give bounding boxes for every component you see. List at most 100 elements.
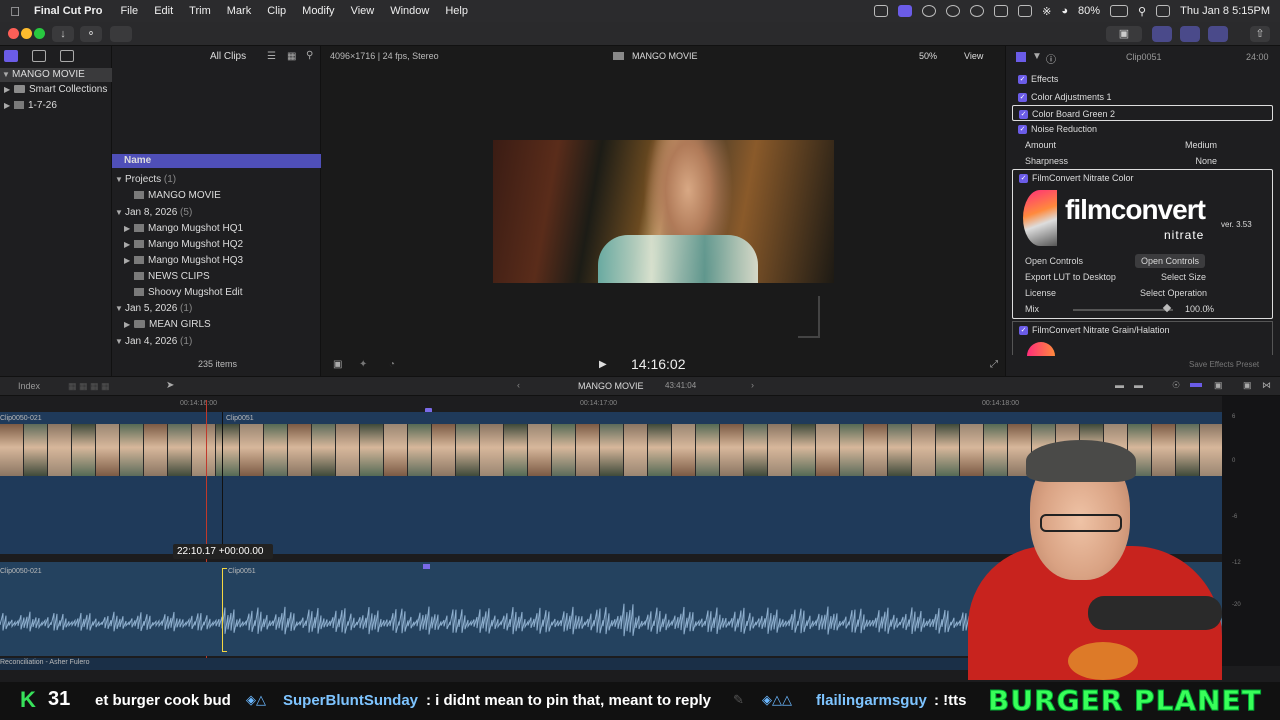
zoom-in-icon[interactable]: ▬ [1134,380,1143,390]
select-tool-icon[interactable]: ➤ [166,380,174,391]
list-item[interactable]: Shoovy Mugshot Edit [134,287,243,298]
clock[interactable]: Thu Jan 8 5:15PM [1180,5,1270,17]
menu-modify[interactable]: Modify [294,5,342,17]
audio-marker-icon[interactable] [423,564,430,569]
view-menu[interactable]: View [964,51,983,61]
wifi-icon[interactable]: ◕ [1061,5,1068,17]
library-row[interactable]: ▼ MANGO MOVIE [0,68,112,82]
list-item[interactable]: NEWS CLIPS [134,271,210,282]
menu-mark[interactable]: Mark [219,5,259,17]
menu-edit[interactable]: Edit [146,5,181,17]
group-jan-4[interactable]: ▼ Jan 4, 2026 (1) [115,336,192,347]
list-item[interactable]: ▶ Mango Mugshot HQ3 [124,255,243,266]
fullscreen-icon[interactable]: ⤢ [990,359,998,370]
battery-icon[interactable] [1110,5,1129,17]
status-icon-4[interactable] [946,5,961,17]
bluetooth-icon[interactable]: ※ [1042,5,1051,18]
menu-clip[interactable]: Clip [259,5,294,17]
display-icon[interactable] [1018,5,1033,17]
apple-icon[interactable]:  [0,4,30,19]
play-button[interactable]: ▶ [599,359,607,370]
effect-filmconvert[interactable]: ✓ FilmConvert Nitrate Color [1013,170,1274,186]
status-icon-1[interactable] [874,5,889,17]
effect-color-adjustments[interactable]: ✓ Color Adjustments 1 [1012,89,1273,105]
share-icon[interactable]: ⇧ [1250,26,1270,42]
color-inspector-icon[interactable]: ▼ [1032,51,1042,62]
clip-filter[interactable]: All Clips [210,51,246,62]
keyword-icon[interactable]: ⚬ [80,26,102,42]
libraries-icon[interactable] [4,50,18,62]
speed-icon[interactable]: ◔ [389,359,395,370]
forward-arrow-icon[interactable]: › [751,380,754,390]
zoom-menu[interactable]: 50% [919,51,937,61]
open-controls-button[interactable]: Open Controls [1135,254,1205,268]
smart-collections-item[interactable]: ▶ Smart Collections [4,84,107,95]
list-item[interactable]: MANGO MOVIE [134,190,221,201]
minimize-window-button[interactable] [21,28,32,39]
effects-section[interactable]: ✓ Effects [1012,71,1273,87]
transitions-browser-icon[interactable]: ⋈ [1262,380,1271,391]
effects-browser-icon[interactable]: ▣ [1243,380,1252,391]
import-icon[interactable]: ↓ [52,26,74,42]
sharpness-popup[interactable]: None [1195,153,1217,169]
show-timeline-icon[interactable] [1180,26,1200,42]
menu-help[interactable]: Help [437,5,476,17]
event-1-7-26[interactable]: ▶ 1-7-26 [4,100,57,111]
mix-slider[interactable] [1073,309,1173,311]
timeline-project-name[interactable]: MANGO MOVIE [578,381,644,391]
search-icon[interactable]: ⚲ [306,50,313,61]
enhance-icon[interactable]: ✦ [359,359,367,370]
list-view-icon[interactable]: ☰ [267,51,276,62]
zoom-out-icon[interactable]: ▬ [1115,380,1124,390]
photos-audio-icon[interactable] [32,50,46,62]
transform-icon[interactable]: ▣ [333,359,342,370]
group-jan-5[interactable]: ▼ Jan 5, 2026 (1) [115,303,192,314]
menu-file[interactable]: File [112,5,146,17]
index-button[interactable]: Index [18,381,40,391]
streamer-headset [1026,440,1136,482]
audio-skimming-icon[interactable]: ☉ [1172,380,1180,391]
timecode-display[interactable]: 14:16:02 [631,356,686,372]
close-window-button[interactable] [8,28,19,39]
zoom-window-button[interactable] [34,28,45,39]
menu-window[interactable]: Window [382,5,437,17]
app-menu[interactable]: Final Cut Pro [30,5,112,17]
search-icon[interactable]: ⚲ [1138,5,1146,18]
trim-handle[interactable] [222,568,227,652]
info-inspector-icon[interactable]: ⓘ [1046,51,1056,66]
menu-trim[interactable]: Trim [181,5,219,17]
play-status-icon[interactable] [970,5,985,17]
workspace-icon[interactable]: ▣ [1106,26,1142,42]
snapping-icon[interactable] [1190,383,1202,387]
connect-icon[interactable]: ▦ ▦ ▦ ▦ [68,381,110,392]
status-icon-2[interactable] [898,5,913,17]
effect-color-board[interactable]: ✓ Color Board Green 2 [1012,105,1273,121]
clip-appearance-icon[interactable]: ▣ [1214,380,1223,391]
list-item[interactable]: ▶ MEAN GIRLS [124,319,211,330]
show-inspector-icon[interactable] [1208,26,1228,42]
control-center-icon[interactable] [1156,5,1171,17]
export-lut-popup[interactable]: Select Size [1161,272,1206,282]
status-icon-3[interactable] [922,5,937,17]
effect-filmconvert-grain[interactable]: ✓ FilmConvert Nitrate Grain/Halation [1013,322,1274,338]
titles-generators-icon[interactable] [60,50,74,62]
back-arrow-icon[interactable]: ‹ [517,380,520,390]
edit-point[interactable] [222,412,223,554]
list-item[interactable]: ▶ Mango Mugshot HQ2 [124,239,243,250]
amount-popup[interactable]: Medium [1185,137,1217,153]
background-tasks-icon[interactable] [110,26,132,42]
status-icon-6[interactable] [994,5,1009,17]
mix-value[interactable]: 100.0 [1185,304,1208,314]
group-jan-8[interactable]: ▼ Jan 8, 2026 (5) [115,207,192,218]
list-item[interactable]: ▶ Mango Mugshot HQ1 [124,223,243,234]
show-browser-icon[interactable] [1152,26,1172,42]
timeline-ruler[interactable]: 00:14:16:00 00:14:17:00 00:14:18:00 [0,396,1222,413]
group-projects[interactable]: ▼ Projects (1) [115,174,176,185]
menu-view[interactable]: View [343,5,383,17]
effect-noise-reduction[interactable]: ✓ Noise Reduction [1012,121,1273,137]
license-popup[interactable]: Select Operation [1140,288,1207,298]
name-column-header[interactable]: Name [112,154,321,168]
save-effects-preset-button[interactable]: Save Effects Preset [1189,360,1259,369]
video-inspector-icon[interactable] [1016,52,1026,62]
clip-appearance-icon[interactable]: ▦ [287,51,296,62]
